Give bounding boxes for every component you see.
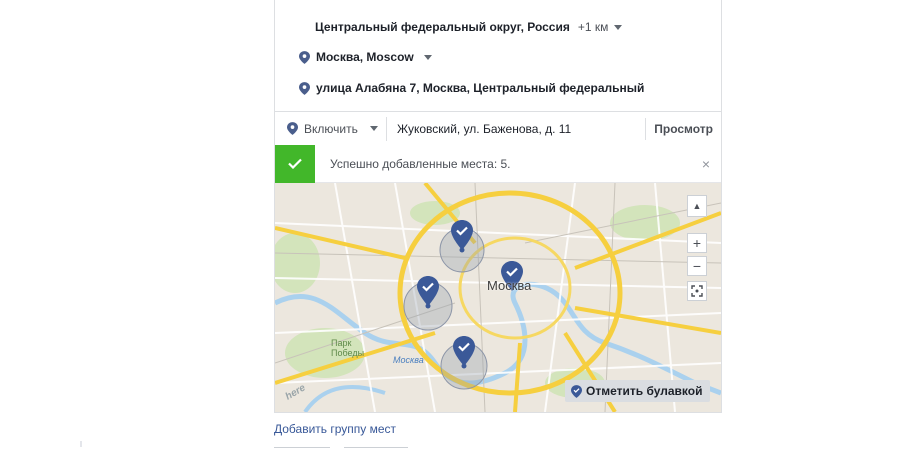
location-search-input[interactable]: Жуковский, ул. Баженова, д. 11 bbox=[387, 122, 645, 136]
radius-label[interactable]: +1 км bbox=[578, 20, 609, 34]
chevron-up-icon: ▲ bbox=[692, 201, 702, 211]
map-pin-icon[interactable] bbox=[417, 276, 439, 306]
zoom-in-button[interactable]: + bbox=[687, 233, 707, 253]
location-search-bar: Включить Жуковский, ул. Баженова, д. 11 … bbox=[275, 111, 721, 145]
map-collapse-button[interactable]: ▲ bbox=[687, 195, 707, 217]
pin-check-icon bbox=[571, 384, 582, 398]
drop-pin-button[interactable]: Отметить булавкой bbox=[565, 380, 711, 402]
bottom-button-partial[interactable] bbox=[274, 447, 330, 451]
city-label: Москва, Moscow bbox=[316, 50, 414, 64]
map-park-label-line1: Парк bbox=[331, 338, 352, 348]
location-item-street[interactable]: улица Алабяна 7, Москва, Центральный фед… bbox=[299, 77, 644, 99]
close-icon[interactable]: × bbox=[691, 156, 721, 172]
location-pin-icon bbox=[299, 81, 310, 95]
location-pin-icon bbox=[287, 122, 298, 135]
street-label: улица Алабяна 7, Москва, Центральный фед… bbox=[316, 81, 645, 95]
focus-icon bbox=[691, 285, 703, 297]
map-pin-icon[interactable] bbox=[453, 336, 475, 366]
drop-pin-label: Отметить булавкой bbox=[586, 384, 703, 398]
browse-button[interactable]: Просмотр bbox=[645, 117, 721, 140]
map-park-label-line2: Победы bbox=[331, 348, 365, 358]
include-exclude-select[interactable]: Включить bbox=[275, 116, 387, 141]
region-label: Центральный федеральный округ, Россия bbox=[315, 20, 570, 34]
radius-dropdown-icon[interactable] bbox=[614, 24, 623, 30]
location-item-region[interactable]: Центральный федеральный округ, Россия +1… bbox=[315, 16, 623, 38]
map-river-label: Москва bbox=[393, 355, 424, 365]
scroll-marker bbox=[80, 441, 82, 447]
success-text: Успешно добавленные места: 5. bbox=[330, 156, 511, 171]
city-dropdown-icon[interactable] bbox=[423, 54, 432, 60]
map-park-label: Парк Победы bbox=[331, 338, 364, 358]
map-city-label: Москва bbox=[487, 278, 532, 293]
zoom-out-button[interactable]: − bbox=[687, 256, 707, 276]
add-location-group-link[interactable]: Добавить группу мест bbox=[274, 422, 396, 436]
map-view[interactable]: Москва Парк Победы Москва here ▲ + − Отм… bbox=[275, 183, 721, 412]
chevron-down-icon bbox=[369, 126, 378, 131]
radius-circles bbox=[403, 227, 488, 390]
include-label: Включить bbox=[304, 121, 358, 136]
checkmark-icon bbox=[275, 144, 315, 183]
location-item-city[interactable]: Москва, Moscow bbox=[299, 46, 432, 68]
location-targeting-panel: Центральный федеральный округ, Россия +1… bbox=[274, 0, 722, 413]
recenter-button[interactable] bbox=[687, 281, 707, 301]
success-notice: Успешно добавленные места: 5. × bbox=[275, 144, 721, 183]
bottom-button-partial[interactable] bbox=[344, 447, 408, 451]
location-pin-icon bbox=[299, 50, 310, 64]
map-pin-icon[interactable] bbox=[451, 220, 473, 250]
